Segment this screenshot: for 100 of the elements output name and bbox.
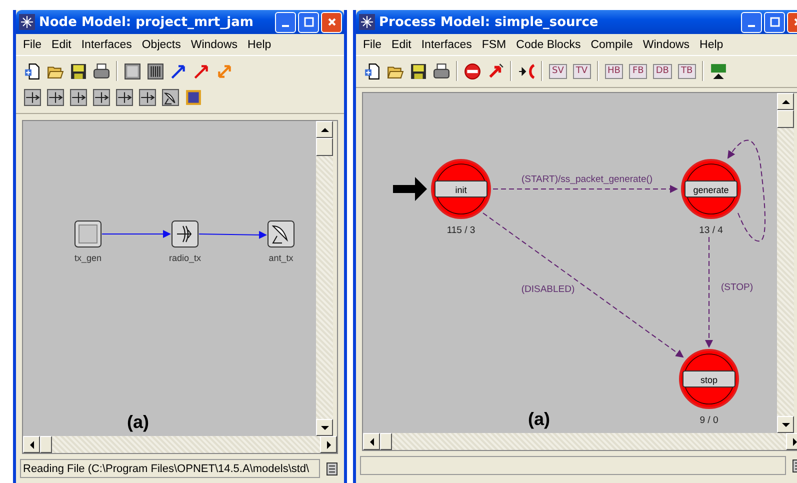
state-label: generate	[693, 185, 729, 195]
module-icon[interactable]	[116, 88, 133, 106]
caption: (a)	[127, 412, 149, 432]
connection-arrow	[102, 230, 171, 238]
maximize-button[interactable]	[764, 12, 785, 32]
code-block-button[interactable]: HB	[604, 64, 624, 78]
queue-icon[interactable]	[147, 62, 164, 80]
close-icon	[326, 17, 336, 27]
chip-icon[interactable]	[185, 88, 202, 106]
horizontal-scrollbar[interactable]	[23, 436, 337, 453]
menu-item[interactable]: Objects	[136, 38, 186, 50]
minimize-button[interactable]	[741, 12, 762, 32]
save-icon[interactable]	[70, 62, 87, 80]
minimize-icon	[748, 25, 755, 27]
star-icon	[19, 14, 35, 30]
right-arrow-icon	[324, 440, 332, 448]
transmitter-node[interactable]	[172, 220, 198, 248]
vertical-scrollbar[interactable]	[777, 93, 794, 433]
left-arrow-icon	[368, 438, 376, 446]
menu-item[interactable]: File	[358, 38, 387, 50]
transition-label: (DISABLED)	[521, 284, 575, 295]
down-arrow-icon	[782, 420, 790, 428]
code-block-button[interactable]: TB	[678, 64, 696, 78]
window-title: Process Model: simple_source	[379, 14, 600, 30]
menu-item[interactable]: FSM	[476, 38, 512, 50]
no-entry-icon[interactable]	[464, 62, 481, 80]
new-document-icon[interactable]	[364, 62, 381, 80]
scroll-left-button[interactable]	[23, 436, 40, 453]
arrow-icon[interactable]	[170, 62, 187, 80]
scroll-icon[interactable]	[324, 460, 340, 476]
save-icon[interactable]	[410, 62, 427, 80]
status-text: Reading File (C:\Program Files\OPNET\14.5.A\models\std\	[22, 462, 310, 474]
code-block-button[interactable]: FB	[629, 64, 647, 78]
transition-label: (START)/ss_packet_generate()	[521, 174, 653, 185]
maximize-icon	[304, 17, 314, 27]
module-icon[interactable]	[124, 62, 141, 80]
menu-item[interactable]: Windows	[186, 38, 243, 50]
module-icon[interactable]	[139, 88, 156, 106]
scroll-up-button[interactable]	[316, 121, 333, 138]
state-label: init	[455, 185, 467, 195]
minimize-button[interactable]	[275, 12, 296, 32]
arrow-icon[interactable]	[193, 62, 210, 80]
node-label: tx_gen	[74, 253, 102, 263]
scroll-left-button[interactable]	[363, 433, 380, 450]
maximize-button[interactable]	[298, 12, 319, 32]
arrow-into-arc-icon[interactable]	[518, 62, 535, 80]
scroll-down-button[interactable]	[777, 416, 794, 433]
code-block-button[interactable]: SV	[549, 64, 567, 78]
down-arrow-icon	[320, 424, 328, 432]
state-count: 13 / 4	[699, 225, 723, 236]
menu-item[interactable]: Interfaces	[76, 38, 137, 50]
scroll-thumb[interactable]	[380, 433, 392, 450]
menu-item[interactable]: Help	[242, 38, 276, 50]
maximize-icon	[770, 17, 780, 27]
monitor-icon[interactable]	[710, 62, 727, 80]
right-arrow-icon	[790, 438, 797, 446]
module-icon[interactable]	[24, 88, 41, 106]
code-block-button[interactable]: DB	[652, 64, 672, 78]
scroll-up-button[interactable]	[777, 93, 794, 110]
module-icon[interactable]	[70, 88, 87, 106]
scroll-down-button[interactable]	[316, 419, 333, 436]
left-arrow-icon	[28, 440, 36, 448]
menu-item[interactable]: Edit	[46, 38, 76, 50]
generator-node[interactable]	[74, 220, 102, 248]
node-label: radio_tx	[168, 253, 202, 263]
caption: (a)	[528, 409, 550, 429]
up-arrow-icon	[320, 126, 328, 134]
scroll-thumb[interactable]	[777, 110, 794, 128]
module-icon[interactable]	[47, 88, 64, 106]
antenna-icon[interactable]	[162, 88, 179, 106]
menu-item[interactable]: Compile	[586, 38, 638, 50]
scroll-thumb[interactable]	[316, 138, 333, 156]
menu-item[interactable]: Edit	[386, 38, 416, 50]
arrow-icon[interactable]	[487, 62, 504, 80]
node-label: ant_tx	[268, 253, 294, 263]
transition-label: (STOP)	[720, 282, 754, 293]
minimize-icon	[282, 25, 289, 27]
close-button[interactable]	[321, 12, 342, 32]
menu-item[interactable]: File	[18, 38, 47, 50]
star-icon	[359, 14, 375, 30]
menu-item[interactable]: Code Blocks	[511, 38, 586, 50]
menu-item[interactable]: Help	[694, 38, 728, 50]
menu-item[interactable]: Interfaces	[416, 38, 477, 50]
connection-arrow	[198, 230, 267, 239]
vertical-scrollbar[interactable]	[316, 121, 333, 436]
window-title: Node Model: project_mrt_jam	[39, 14, 254, 30]
state-count: 115 / 3	[446, 225, 476, 236]
state-count: 9 / 0	[700, 415, 718, 426]
antenna-node[interactable]	[268, 220, 294, 248]
up-arrow-icon	[782, 98, 790, 106]
horizontal-scrollbar[interactable]	[363, 433, 797, 450]
scroll-right-button[interactable]	[320, 436, 337, 453]
menu-item[interactable]: Windows	[638, 38, 695, 50]
print-icon[interactable]	[433, 62, 450, 80]
print-icon[interactable]	[93, 62, 110, 80]
state-label: stop	[700, 375, 718, 385]
module-icon[interactable]	[93, 88, 110, 106]
new-document-icon[interactable]	[24, 62, 41, 80]
code-block-button[interactable]: TV	[572, 64, 591, 78]
scroll-thumb[interactable]	[40, 436, 52, 453]
